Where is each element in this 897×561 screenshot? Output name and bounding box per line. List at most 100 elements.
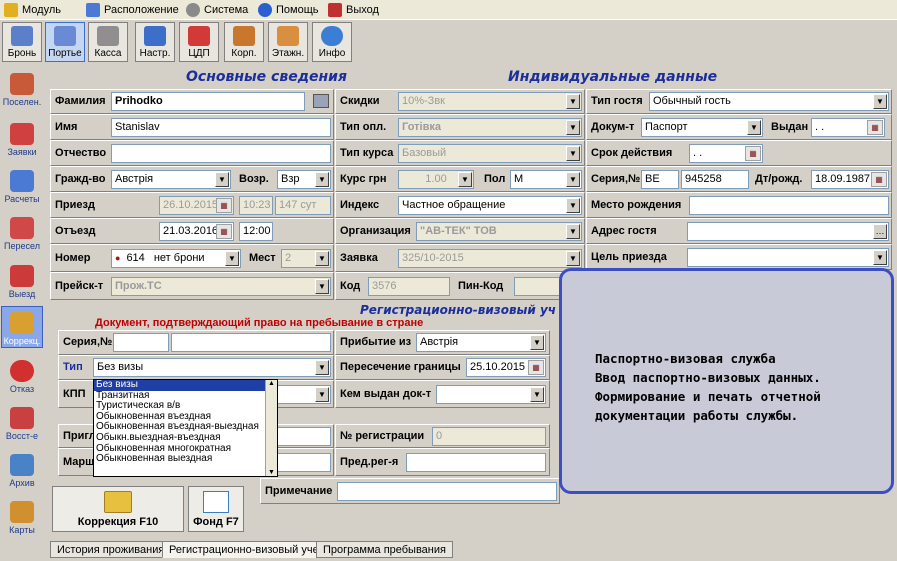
document-select[interactable]: Паспорт ▼ [641,118,763,137]
toolbar-booking-button[interactable]: Бронь [2,22,42,62]
visa-series-field[interactable] [113,333,169,352]
sidebar-item-archive[interactable]: Архив [1,447,43,489]
sidebar-item-cards[interactable]: Карты [1,494,43,536]
sidebar-item-restore[interactable]: Восст-е [1,400,43,442]
birth-date-field[interactable]: 18.09.1987 ▦ [811,170,889,189]
sidebar-item-checkout[interactable]: Выезд [1,258,43,300]
route-label: Марш [63,456,95,468]
citizenship-select[interactable]: Австрія ▼ [111,170,231,189]
age-select[interactable]: Взр ▼ [277,170,331,189]
passport-series-field[interactable]: BE [641,170,679,189]
list-item[interactable]: Обыкн.выездная-въездная [94,432,277,444]
prev-reg-field[interactable] [406,453,546,472]
departure-date-field[interactable]: 21.03.2016 ▦ [159,222,234,241]
purpose-select[interactable]: ▼ [687,248,889,267]
sidebar-item-checkin[interactable]: Поселен. [1,66,43,108]
menu-item-system[interactable]: Система [186,2,248,18]
name-row: Имя Stanislav [50,114,334,140]
menu-item-module[interactable]: Модуль [4,2,61,18]
guest-type-label: Тип гостя [591,95,643,107]
note-field[interactable] [337,482,557,501]
citizenship-label: Гражд-во [55,173,106,185]
kpp-label: КПП [63,388,86,400]
route-field[interactable] [277,453,331,472]
name-field[interactable]: Stanislav [111,118,331,137]
visa-type-dropdown-list[interactable]: Без визы Транзитная Туристическая в/в Об… [93,379,278,477]
chevron-down-icon: ▼ [747,120,761,135]
toolbar-cdp-button[interactable]: ЦДП [179,22,219,62]
sidebar-item-refuse[interactable]: Отказ [1,353,43,395]
visa-number-field[interactable] [171,333,331,352]
toolbar-info-button[interactable]: Инфо [312,22,352,62]
purpose-row: Цель приезда ▼ [586,244,892,270]
issued-label: Выдан [771,121,809,133]
toolbar-corporate-button[interactable]: Корп. [224,22,264,62]
guest-type-select[interactable]: Обычный гость ▼ [649,92,889,111]
departure-time-field[interactable]: 12:00 [239,222,273,241]
index-label: Индекс [340,199,380,211]
patronymic-field[interactable] [111,144,331,163]
camera-icon[interactable] [313,94,329,108]
issued-date-field[interactable]: . . ▦ [811,118,885,137]
arrival-time-field[interactable]: 10:23 [239,196,273,215]
calendar-icon[interactable]: ▦ [867,120,883,135]
passport-number-field[interactable]: 945258 [681,170,749,189]
tab-stay-history[interactable]: История проживания [50,541,172,558]
chevron-down-icon: ▼ [315,172,329,187]
invitation-field[interactable] [277,427,331,446]
correction-button[interactable]: Коррекция F10 [52,486,184,532]
arrival-from-select[interactable]: Австрія ▼ [416,333,546,352]
dropdown-scrollbar[interactable]: ▲ ▼ [265,380,277,476]
kpp-select[interactable]: ▼ [277,385,331,404]
sidebar-item-calculations[interactable]: Расчеты [1,163,43,205]
birth-date-label: Дт/рожд. [755,173,803,185]
toolbar-porter-button[interactable]: Портье [45,22,85,62]
calendar-icon[interactable]: ▦ [528,360,544,375]
list-item[interactable]: Без визы [94,380,277,391]
visa-type-select[interactable]: Без визы ▼ [93,358,331,377]
tab-stay-program[interactable]: Программа пребывания [316,541,453,558]
layout-icon [86,3,100,17]
calendar-icon: ▦ [216,198,232,213]
gender-select[interactable]: М ▼ [510,170,582,189]
menu-item-layout[interactable]: Расположение [86,2,179,18]
tab-visa-registration[interactable]: Регистрационно-визовый учет [162,541,331,558]
menu-item-exit[interactable]: Выход [328,2,379,18]
chevron-down-icon: ▼ [566,251,580,266]
sidebar-item-requests[interactable]: Заявки [1,116,43,158]
calendar-icon[interactable]: ▦ [216,224,232,239]
scroll-up-icon[interactable]: ▲ [266,380,277,387]
validity-date-field[interactable]: . . ▦ [689,144,763,163]
surname-field[interactable]: Prihodko [111,92,305,111]
note-label: Примечание [265,485,333,497]
sidebar-item-correction[interactable]: Коррекц. [1,306,43,348]
visa-type-row: Тип Без визы ▼ [58,355,334,380]
visa-type-label: Тип [63,361,83,373]
surname-row: Фамилия Prihodko [50,89,334,114]
calendar-icon[interactable]: ▦ [871,172,887,187]
issued-by-select[interactable]: ▼ [436,385,546,404]
address-field[interactable]: … [687,222,889,241]
toolbar: Бронь Портье Касса Настр. ЦДП Корп. Этаж… [0,20,897,64]
discount-row: Скидки 10%-Звк ▼ [335,89,585,114]
index-select[interactable]: Частное обращение ▼ [398,196,582,215]
room-select[interactable]: ● 614 нет брони ▼ [111,249,241,268]
calculations-icon [10,170,34,192]
organization-label: Организация [340,225,411,237]
code-label: Код [340,280,361,292]
border-crossing-date-field[interactable]: 25.10.2015 ▦ [466,358,546,377]
scroll-down-icon[interactable]: ▼ [266,469,277,476]
index-row: Индекс Частное обращение ▼ [335,192,585,218]
sidebar-item-relocate[interactable]: Пересел [1,210,43,252]
more-icon[interactable]: … [873,224,887,239]
calendar-icon[interactable]: ▦ [745,146,761,161]
toolbar-floor-button[interactable]: Этажн. [268,22,308,62]
arrival-date-field[interactable]: 26.10.2015 ▦ [159,196,234,215]
birthplace-field[interactable] [689,196,889,215]
list-item[interactable]: Обыкновенная выездная [94,454,277,465]
menu-item-help[interactable]: Помощь [258,2,319,18]
toolbar-settings-button[interactable]: Настр. [135,22,175,62]
fund-button[interactable]: Фонд F7 [188,486,244,532]
toolbar-cash-button[interactable]: Касса [88,22,128,62]
gear-icon [186,3,200,17]
